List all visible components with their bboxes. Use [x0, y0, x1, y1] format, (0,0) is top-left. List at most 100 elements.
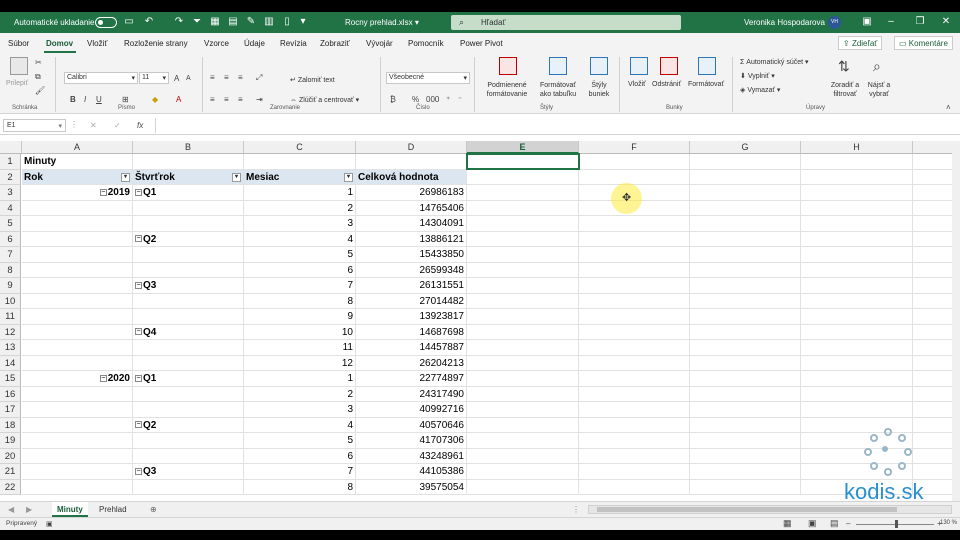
- autosum-button[interactable]: Σ Automatický súčet ▾: [740, 58, 809, 66]
- empty-cell[interactable]: [467, 355, 579, 371]
- sheet-tab-minuty[interactable]: Minuty: [52, 502, 88, 517]
- pivot-value-cell[interactable]: 40992716: [356, 402, 467, 418]
- pivot-value-cell[interactable]: 26204213: [356, 355, 467, 371]
- pivot-year-cell[interactable]: [22, 402, 133, 418]
- empty-cell[interactable]: [690, 402, 801, 418]
- column-header-d[interactable]: D: [356, 141, 467, 154]
- pivot-quarter-cell[interactable]: − Q1: [133, 185, 244, 201]
- tab-help[interactable]: Pomocník: [408, 39, 444, 48]
- empty-cell[interactable]: [467, 371, 579, 387]
- empty-cell[interactable]: [467, 448, 579, 464]
- pivot-value-cell[interactable]: 27014482: [356, 293, 467, 309]
- column-header-f[interactable]: F: [579, 141, 690, 154]
- empty-cell[interactable]: [579, 464, 690, 480]
- pivot-quarter-cell[interactable]: [133, 340, 244, 356]
- search-box[interactable]: ⌕ Hľadať: [451, 15, 681, 30]
- pivot-month-cell[interactable]: 10: [244, 324, 356, 340]
- empty-cell[interactable]: [913, 371, 952, 387]
- collapse-ribbon-icon[interactable]: ˄: [946, 103, 951, 112]
- empty-cell[interactable]: [244, 154, 356, 170]
- row-header[interactable]: 21: [0, 464, 21, 480]
- pivot-month-cell[interactable]: 5: [244, 247, 356, 263]
- empty-cell[interactable]: [801, 185, 913, 201]
- align-middle-icon[interactable]: ≡: [224, 73, 229, 82]
- select-all-corner[interactable]: [0, 141, 22, 154]
- pivot-year-cell[interactable]: [22, 433, 133, 449]
- empty-cell[interactable]: [467, 278, 579, 294]
- empty-cell[interactable]: [690, 324, 801, 340]
- empty-cell[interactable]: [913, 263, 952, 278]
- pivot-quarter-cell[interactable]: [133, 200, 244, 216]
- empty-cell[interactable]: [467, 402, 579, 418]
- pivot-month-cell[interactable]: 1: [244, 371, 356, 387]
- pivot-year-cell[interactable]: [22, 324, 133, 340]
- zoom-slider-thumb[interactable]: [895, 520, 898, 528]
- indent-icon[interactable]: ⇥: [256, 95, 263, 104]
- tab-file[interactable]: Súbor: [8, 39, 29, 48]
- column-header-b[interactable]: B: [133, 141, 244, 154]
- tab-view[interactable]: Zobraziť: [320, 39, 350, 48]
- empty-cell[interactable]: [801, 278, 913, 294]
- empty-cell[interactable]: [690, 448, 801, 464]
- pivot-value-cell[interactable]: 13886121: [356, 231, 467, 247]
- align-left-icon[interactable]: ≡: [210, 95, 215, 104]
- currency-icon[interactable]: ₿: [390, 95, 396, 104]
- pivot-month-cell[interactable]: 8: [244, 479, 356, 495]
- pivot-month-cell[interactable]: 6: [244, 262, 356, 278]
- page-break-view-icon[interactable]: ▤: [830, 519, 839, 528]
- conditional-formatting-button[interactable]: Podmienené formátovanie: [484, 81, 530, 99]
- pivot-month-cell[interactable]: 9: [244, 309, 356, 325]
- pivot-quarter-cell[interactable]: [133, 293, 244, 309]
- tab-power-pivot[interactable]: Power Pivot: [460, 39, 503, 48]
- empty-cell[interactable]: [467, 340, 579, 356]
- empty-cell[interactable]: [690, 231, 801, 247]
- share-button[interactable]: ⇪ Zdieľať: [838, 36, 883, 50]
- pivot-month-cell[interactable]: 2: [244, 386, 356, 402]
- pivot-quarter-cell[interactable]: − Q4: [133, 324, 244, 340]
- pivot-year-cell[interactable]: [22, 200, 133, 216]
- empty-cell[interactable]: [133, 154, 244, 170]
- empty-cell[interactable]: [579, 154, 690, 170]
- empty-cell[interactable]: [467, 216, 579, 232]
- pivot-quarter-cell[interactable]: [133, 262, 244, 278]
- close-icon[interactable]: ✕: [939, 16, 953, 28]
- pivot-value-cell[interactable]: 43248961: [356, 448, 467, 464]
- sort-filter-icon[interactable]: ⇅: [838, 59, 850, 73]
- customize-qat-icon[interactable]: ▾: [296, 16, 310, 28]
- empty-cell[interactable]: [690, 169, 801, 185]
- row-header[interactable]: 8: [0, 262, 21, 278]
- empty-cell[interactable]: [801, 402, 913, 418]
- pivot-quarter-cell[interactable]: [133, 448, 244, 464]
- pivot-year-cell[interactable]: [22, 386, 133, 402]
- bold-icon[interactable]: B: [70, 95, 76, 104]
- format-cells-icon[interactable]: [698, 57, 716, 75]
- empty-cell[interactable]: [579, 386, 690, 402]
- empty-cell[interactable]: [801, 231, 913, 247]
- pivot-year-cell[interactable]: [22, 293, 133, 309]
- tab-insert[interactable]: Vložiť: [87, 39, 107, 48]
- find-select-icon[interactable]: ⌕: [873, 59, 881, 73]
- filter-dropdown-icon[interactable]: ▾: [344, 172, 353, 182]
- prev-sheet-icon[interactable]: ◀: [8, 505, 14, 514]
- empty-cell[interactable]: [801, 371, 913, 387]
- collapse-icon[interactable]: −: [135, 374, 142, 382]
- pivot-quarter-cell[interactable]: [133, 247, 244, 263]
- pivot-quarter-cell[interactable]: − Q3: [133, 278, 244, 294]
- empty-cell[interactable]: [801, 247, 913, 263]
- row-header[interactable]: 2: [0, 169, 21, 185]
- pivot-header-quarter[interactable]: Štvrťrok ▾: [133, 169, 244, 185]
- column-header-c[interactable]: C: [244, 141, 356, 154]
- empty-cell[interactable]: [913, 294, 952, 309]
- italic-icon[interactable]: I: [84, 95, 86, 104]
- pivot-month-cell[interactable]: 8: [244, 293, 356, 309]
- pivot-quarter-cell[interactable]: [133, 479, 244, 495]
- merge-center-button[interactable]: ⇔ Zlúčiť a centrovať ▾: [290, 96, 359, 104]
- pivot-month-cell[interactable]: 4: [244, 417, 356, 433]
- pivot-value-cell[interactable]: 14687698: [356, 324, 467, 340]
- insert-cells-icon[interactable]: [630, 57, 648, 75]
- empty-cell[interactable]: [579, 216, 690, 232]
- empty-cell[interactable]: [801, 154, 913, 170]
- delete-cells-button[interactable]: Odstrániť: [652, 81, 681, 88]
- empty-cell[interactable]: [913, 185, 952, 201]
- column-header-i[interactable]: [913, 141, 952, 154]
